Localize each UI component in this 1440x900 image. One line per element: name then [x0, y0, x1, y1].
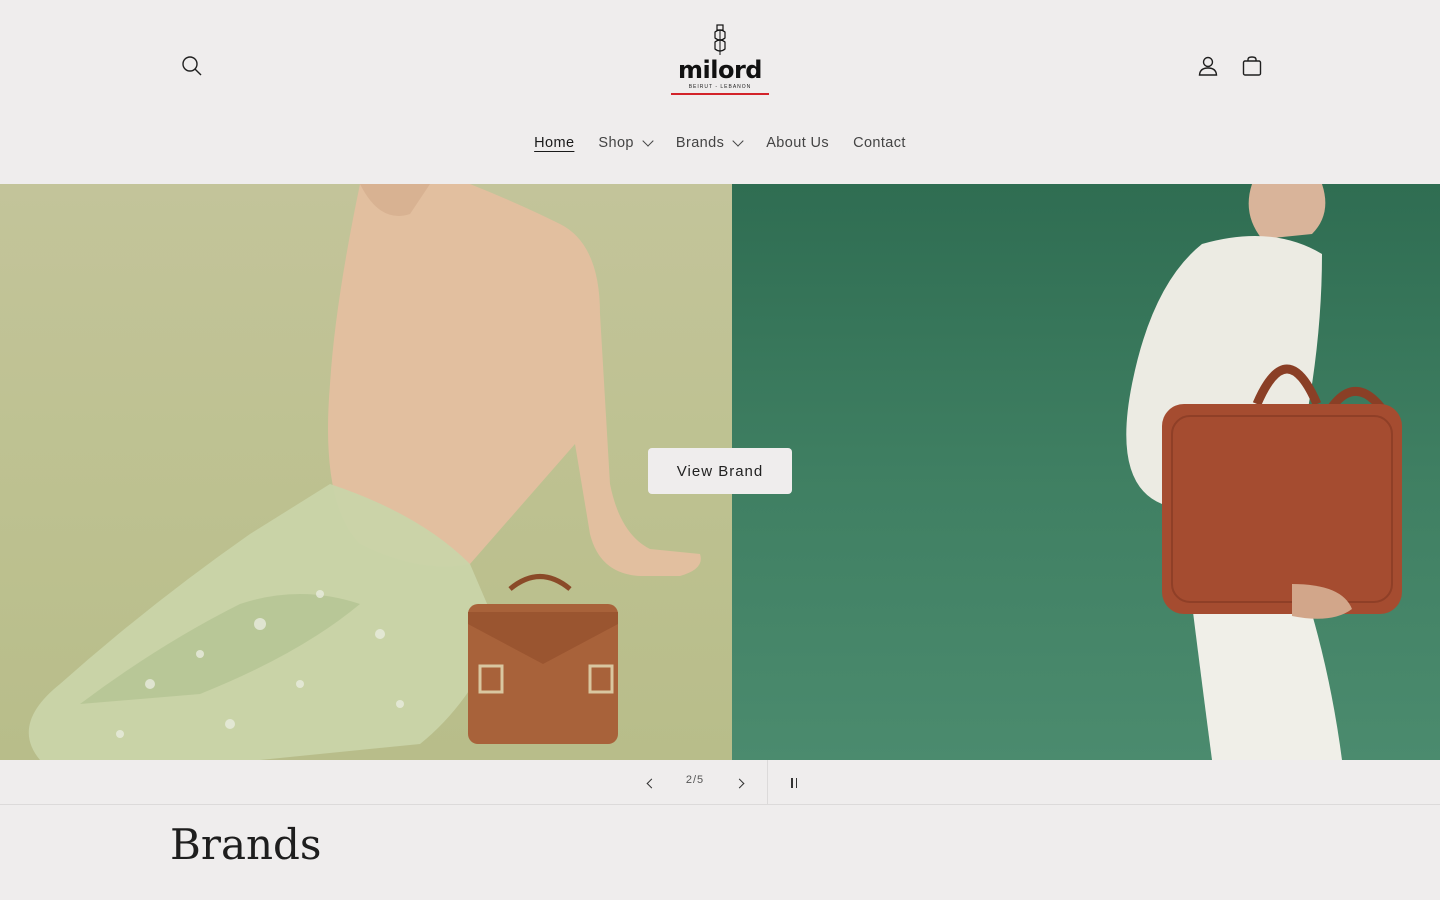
nav-item-contact[interactable]: Contact	[841, 130, 918, 156]
slide-pause-button[interactable]	[780, 768, 808, 798]
nav-item-label: Brands	[675, 135, 725, 151]
logo-subtitle: BEIRUT - LEBANON	[688, 84, 752, 90]
slide-next-button[interactable]	[724, 768, 754, 798]
slideshow-controls: 2/5	[0, 760, 1440, 805]
hero-slideshow: View Brand	[0, 184, 1440, 760]
slide-prev-button[interactable]	[636, 768, 666, 798]
controls-divider	[767, 760, 768, 804]
view-brand-button[interactable]: View Brand	[648, 448, 792, 494]
model-woman-illustration	[28, 184, 701, 760]
search-icon	[182, 56, 202, 76]
logo-emblem-icon	[714, 24, 726, 55]
nav-item-about-us[interactable]: About Us	[754, 130, 841, 156]
logo-wordmark: milord	[678, 56, 762, 84]
chevron-down-icon	[642, 135, 654, 147]
hero-image-right	[732, 184, 1440, 760]
search-button[interactable]	[172, 46, 212, 86]
slide-counter: 2/5	[685, 774, 705, 786]
section-title-brands: Brands	[170, 820, 322, 869]
logo-underline	[671, 93, 769, 95]
site-logo[interactable]: milord BEIRUT - LEBANON	[660, 24, 780, 106]
chevron-left-icon	[646, 778, 656, 788]
main-nav: Home Shop Brands About Us Contact	[0, 130, 1440, 156]
account-button[interactable]	[1188, 46, 1228, 86]
nav-item-label: Contact	[853, 135, 906, 151]
cart-icon	[1242, 56, 1262, 76]
hero-image-left	[0, 184, 732, 760]
nav-item-shop[interactable]: Shop	[586, 130, 663, 156]
nav-item-brands[interactable]: Brands	[664, 130, 754, 156]
nav-item-label: About Us	[766, 135, 830, 151]
nav-item-label: Shop	[598, 135, 634, 151]
pause-icon	[791, 778, 793, 788]
model-man-illustration	[1126, 184, 1402, 760]
chevron-right-icon	[734, 778, 744, 788]
pause-icon	[795, 778, 797, 788]
account-icon	[1198, 56, 1218, 76]
chevron-down-icon	[732, 135, 744, 147]
cart-button[interactable]	[1232, 46, 1272, 86]
site-header: milord BEIRUT - LEBANON Home Shop Brands…	[0, 0, 1440, 184]
nav-item-home[interactable]: Home	[522, 130, 586, 156]
nav-item-label: Home	[534, 135, 575, 151]
